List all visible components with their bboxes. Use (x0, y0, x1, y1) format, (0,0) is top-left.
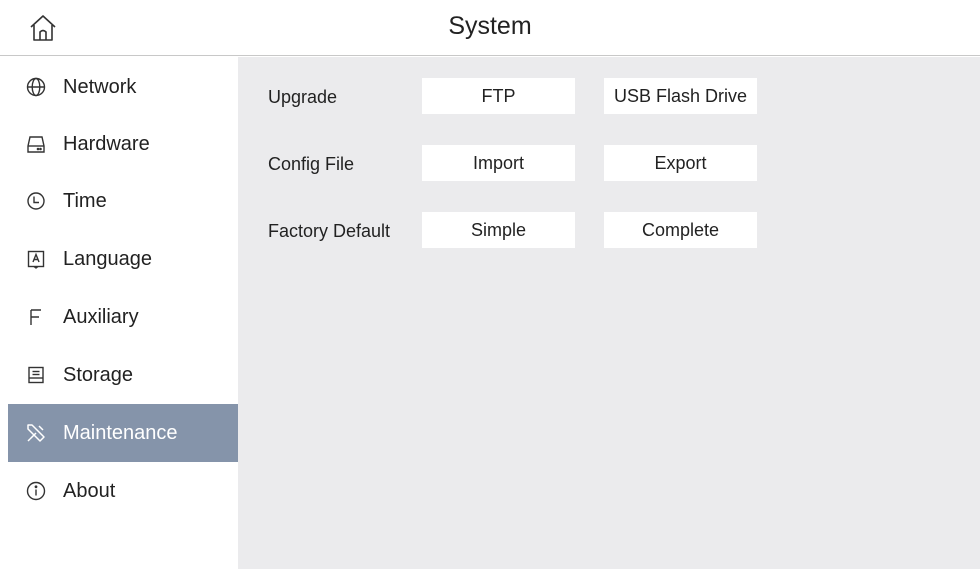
sidebar-item-storage[interactable]: Storage (8, 346, 238, 404)
sidebar-item-label: Auxiliary (63, 305, 139, 328)
export-config-button[interactable]: Export (604, 145, 757, 181)
tools-icon (25, 422, 47, 444)
sidebar-item-about[interactable]: About (8, 462, 238, 520)
sidebar-item-auxiliary[interactable]: Auxiliary (8, 288, 238, 346)
simple-reset-button[interactable]: Simple (422, 212, 575, 248)
language-icon (25, 248, 47, 270)
info-icon (25, 480, 47, 502)
globe-icon (25, 76, 47, 98)
ftp-upgrade-button[interactable]: FTP (422, 78, 575, 114)
sidebar-item-label: Storage (63, 363, 134, 386)
import-config-button[interactable]: Import (422, 145, 575, 181)
sidebar-item-time[interactable]: Time (8, 172, 238, 230)
header-bar: System (0, 0, 980, 56)
sidebar-item-label: Time (63, 189, 107, 212)
usb-upgrade-button[interactable]: USB Flash Drive (604, 78, 757, 114)
complete-reset-button[interactable]: Complete (604, 212, 757, 248)
home-icon (30, 15, 56, 41)
upgrade-label: Upgrade (268, 87, 338, 107)
sidebar-item-label: Network (63, 75, 137, 98)
sidebar-item-maintenance[interactable]: Maintenance (8, 404, 238, 462)
sidebar-item-label: Language (63, 247, 152, 270)
sidebar-item-network[interactable]: Network (8, 58, 238, 116)
content-panel: Upgrade FTP USB Flash Drive Config File … (238, 57, 980, 569)
hard-drive-icon (25, 133, 47, 155)
factory-default-label: Factory Default (268, 221, 391, 241)
page-title: System (448, 12, 532, 40)
sidebar-item-label: Hardware (63, 132, 150, 155)
home-button[interactable] (28, 13, 58, 43)
clock-icon (25, 190, 47, 212)
storage-icon (25, 364, 47, 386)
config-file-label: Config File (268, 154, 355, 174)
sidebar-item-label: About (63, 479, 116, 502)
sidebar-item-label: Maintenance (63, 421, 178, 444)
sidebar-item-hardware[interactable]: Hardware (8, 115, 238, 173)
sidebar-item-language[interactable]: Language (8, 230, 238, 288)
sidebar: Network Hardware Time Language Auxiliary… (0, 57, 238, 569)
auxiliary-icon (25, 306, 47, 328)
